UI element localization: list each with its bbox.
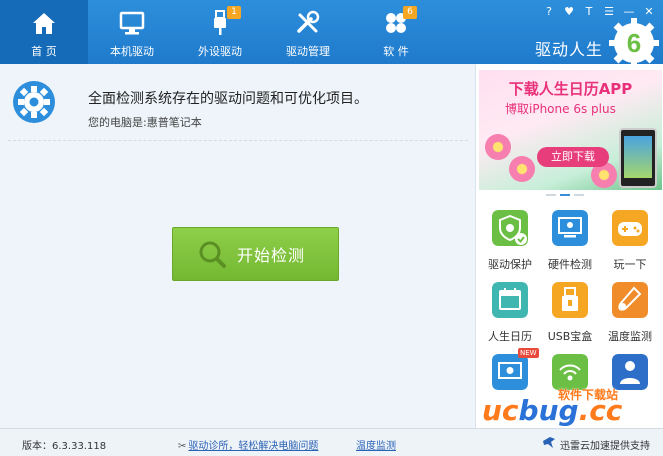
- tile-driver-protect[interactable]: 驱动保护: [480, 208, 540, 278]
- banner-pager: [546, 194, 584, 196]
- window-controls: ? ♥ T ☰ — ✕: [541, 5, 657, 19]
- driver-clinic-link[interactable]: ✂ 驱动诊所，轻松解决电脑问题: [178, 437, 318, 452]
- version-text: 版本：6.3.33.118: [22, 441, 107, 452]
- tile-usb-box[interactable]: USB宝盒: [540, 280, 600, 350]
- banner-download-button[interactable]: 立即下载: [537, 147, 609, 167]
- nav-software[interactable]: 6 软 件: [352, 0, 440, 64]
- brand-logo-digit: 6: [627, 28, 641, 58]
- tile-label: 温度监测: [608, 330, 652, 343]
- calendar-icon: [492, 282, 528, 318]
- divider: [8, 140, 468, 141]
- flower-icon: [509, 156, 535, 182]
- tile-label: 人生日历: [488, 330, 532, 343]
- temperature-link[interactable]: 温度监测: [356, 437, 396, 452]
- tile-doctor[interactable]: [600, 352, 660, 422]
- main-nav: 首 页 本机驱动 1 外设驱动 驱动管理 6 软 件: [0, 0, 440, 64]
- nav-local-driver[interactable]: 本机驱动: [88, 0, 176, 64]
- gamepad-icon: [612, 210, 648, 246]
- tile-label: 硬件检测: [548, 258, 592, 271]
- right-panel: 下载人生日历APP 博取iPhone 6s plus 立即下载 驱动保护 硬件检…: [475, 64, 663, 428]
- minimize-icon[interactable]: —: [621, 5, 637, 19]
- wifi-icon: [552, 354, 588, 390]
- feedback-icon[interactable]: ♥: [561, 5, 577, 19]
- nav-peripheral-badge: 1: [227, 6, 241, 19]
- nav-home[interactable]: 首 页: [0, 0, 88, 64]
- nav-driver-manage-label: 驱动管理: [286, 45, 330, 58]
- start-scan-button[interactable]: 开始检测: [172, 227, 339, 281]
- nav-software-badge: 6: [403, 6, 417, 19]
- skin-icon[interactable]: T: [581, 5, 597, 19]
- tile-label: 驱动保护: [488, 258, 532, 271]
- tile-hardware-check[interactable]: 硬件检测: [540, 208, 600, 278]
- nav-local-driver-label: 本机驱动: [110, 45, 154, 58]
- header-bar: 首 页 本机驱动 1 外设驱动 驱动管理 6 软 件 ? ♥ T ☰ — ✕ 驱…: [0, 0, 663, 68]
- start-scan-label: 开始检测: [237, 246, 306, 265]
- hardware-check-icon: [552, 210, 588, 246]
- banner-subtitle: 博取iPhone 6s plus: [505, 102, 616, 116]
- brand-name: 驱动人生: [534, 40, 603, 59]
- nav-driver-manage[interactable]: 驱动管理: [264, 0, 352, 64]
- pager-dot[interactable]: [546, 194, 556, 196]
- nav-peripheral-driver[interactable]: 1 外设驱动: [176, 0, 264, 64]
- nav-home-label: 首 页: [31, 45, 57, 58]
- screen-record-icon: [492, 354, 528, 390]
- home-icon: [33, 13, 55, 34]
- thunder-support-text: 迅雷云加速提供支持: [560, 441, 650, 452]
- pager-dot-active[interactable]: [560, 194, 570, 196]
- wrench-icon: ✂: [178, 441, 187, 452]
- tile-label: 玩一下: [613, 258, 647, 271]
- magnifier-icon: [199, 241, 226, 268]
- pc-model-text: 您的电脑是:惠普笔记本: [88, 116, 202, 129]
- gear-icon: [13, 81, 55, 123]
- new-badge: NEW: [518, 348, 539, 358]
- driver-clinic-label: 驱动诊所，轻松解决电脑问题: [188, 441, 319, 452]
- banner-title: 下载人生日历APP: [508, 80, 633, 98]
- nav-software-label: 软 件: [383, 45, 409, 58]
- main-panel: 全面检测系统存在的驱动问题和可优化项目。 您的电脑是:惠普笔记本 开始检测: [0, 64, 475, 428]
- close-icon[interactable]: ✕: [641, 5, 657, 19]
- help-icon[interactable]: ?: [541, 5, 557, 19]
- doctor-icon: [612, 354, 648, 390]
- menu-icon[interactable]: ☰: [601, 5, 617, 19]
- tile-screen-tool[interactable]: NEW: [480, 348, 540, 422]
- thunder-bird-icon: [543, 437, 555, 448]
- phone-icon: [619, 128, 657, 188]
- promo-banner[interactable]: 下载人生日历APP 博取iPhone 6s plus 立即下载: [479, 70, 662, 190]
- status-bar: 版本：6.3.33.118 ✂ 驱动诊所，轻松解决电脑问题 温度监测 迅雷云加速提…: [0, 428, 663, 456]
- brand-logo-icon: 6: [609, 18, 659, 68]
- flower-icon: [485, 134, 511, 160]
- nav-peripheral-driver-label: 外设驱动: [198, 45, 242, 58]
- tools-icon: [297, 10, 320, 33]
- scan-headline: 全面检测系统存在的驱动问题和可优化项目。: [88, 91, 368, 107]
- tile-play[interactable]: 玩一下: [600, 208, 660, 278]
- driver-protect-icon: [492, 210, 528, 246]
- tile-temperature[interactable]: 温度监测: [600, 280, 660, 350]
- thermometer-icon: [612, 282, 648, 318]
- tile-label: USB宝盒: [547, 330, 593, 343]
- monitor-icon: [119, 11, 145, 35]
- pager-dot[interactable]: [574, 194, 584, 196]
- tile-wifi[interactable]: [540, 352, 600, 422]
- tile-life-calendar[interactable]: 人生日历: [480, 280, 540, 350]
- usb-box-icon: [552, 282, 588, 318]
